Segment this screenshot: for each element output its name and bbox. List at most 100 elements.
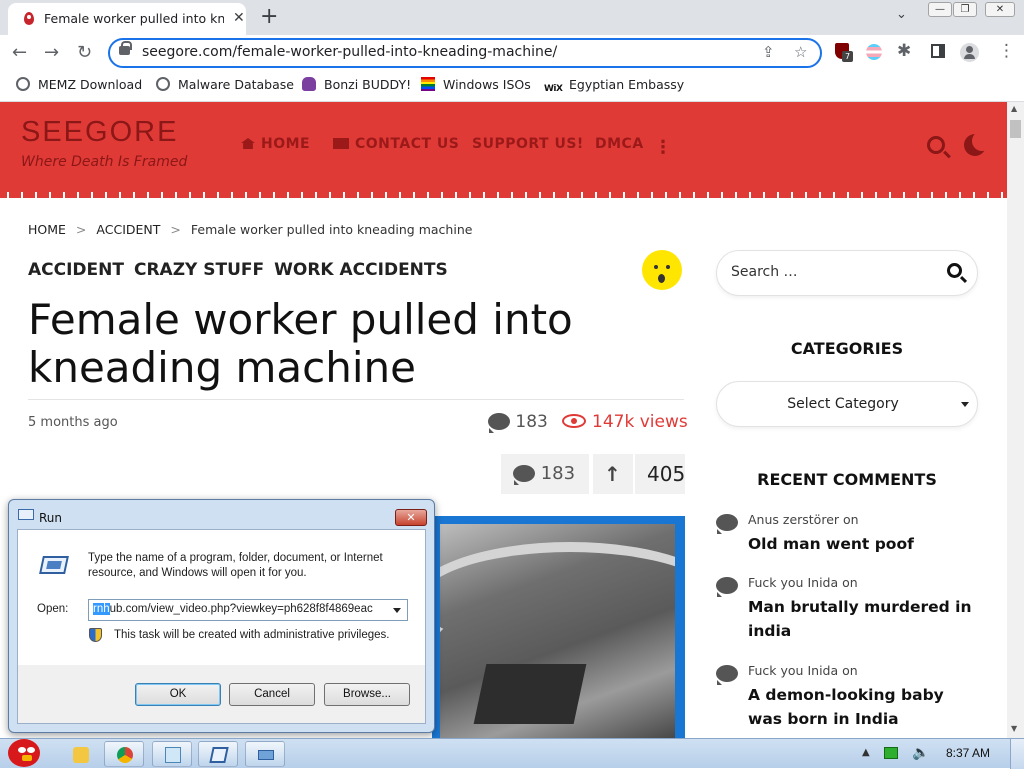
globe-icon — [16, 77, 30, 91]
search-icon[interactable] — [947, 263, 962, 278]
bookmark-memz[interactable]: MEMZ Download — [16, 77, 142, 92]
bookmark-bonzi-buddy[interactable]: Bonzi BUDDY! — [302, 77, 411, 92]
category-select-value: Select Category — [787, 396, 899, 412]
scrollbar-thumb[interactable] — [1010, 120, 1021, 138]
dark-mode-moon-icon[interactable] — [964, 131, 992, 156]
bonzi-icon — [302, 77, 316, 91]
comment-author[interactable]: Fuck you Inida — [748, 663, 838, 678]
tray-show-hidden-icon[interactable]: ▲ — [862, 747, 870, 758]
extensions-puzzle-icon[interactable]: ✱ — [897, 41, 911, 61]
comment-bubble-icon — [513, 465, 535, 485]
comment-meta: Anus zerstörer on — [748, 512, 859, 527]
article-title: Female worker pulled into kneading machi… — [28, 295, 573, 392]
header-search-icon[interactable] — [927, 136, 945, 154]
volume-icon[interactable]: 🔈 — [912, 745, 929, 761]
comment-post-link[interactable]: Man brutally murdered in india — [748, 595, 983, 643]
admin-privileges-note: This task will be created with administr… — [114, 629, 390, 641]
taskbar: ▲ 🔈 8:37 AM — [0, 738, 1024, 769]
show-desktop-button[interactable] — [1010, 739, 1024, 769]
trans-flag-extension-icon[interactable] — [866, 43, 884, 61]
video-player[interactable] — [432, 516, 685, 738]
scroll-up-icon[interactable]: ▲ — [1011, 104, 1017, 113]
open-combobox[interactable]: rnhub.com/view_video.php?viewkey=ph628f8… — [88, 599, 408, 621]
taskbar-run-button[interactable] — [198, 741, 238, 767]
open-input-text[interactable]: rnhub.com/view_video.php?viewkey=ph628f8… — [93, 603, 373, 615]
post-date: 5 months ago — [28, 415, 118, 430]
nav-dmca[interactable]: DMCA — [595, 136, 644, 152]
vote-count: 405 — [635, 454, 685, 494]
lock-icon[interactable] — [119, 41, 132, 55]
ok-button[interactable]: OK — [135, 683, 221, 706]
tab-close-icon[interactable]: ✕ — [233, 10, 245, 26]
tag-crazy-stuff[interactable]: CRAZY STUFF — [134, 260, 264, 280]
bookmark-malware-database[interactable]: Malware Database — [156, 77, 294, 92]
run-dialog-close-button[interactable]: ✕ — [395, 509, 427, 526]
bookmark-star-icon[interactable]: ☆ — [794, 43, 807, 61]
comment-post-link[interactable]: Old man went poof — [748, 532, 983, 556]
browser-tab[interactable]: Female worker pulled into kne ✕ — [8, 3, 246, 35]
sidebar-search-input[interactable]: Search … — [716, 250, 978, 296]
envelope-icon — [333, 138, 349, 149]
bookmark-egyptian-embassy[interactable]: WiX Egyptian Embassy — [544, 77, 684, 98]
home-icon — [241, 138, 255, 149]
start-button-angry-bird-icon[interactable] — [2, 733, 46, 769]
menu-kebab-icon[interactable]: ⋮ — [998, 41, 1015, 61]
comment-bubble-icon — [716, 514, 738, 534]
tag-work-accidents[interactable]: WORK ACCIDENTS — [274, 260, 448, 280]
profile-avatar[interactable] — [960, 43, 979, 62]
run-dialog: Run ✕ Type the name of a program, folder… — [8, 499, 435, 733]
shocked-face-emoji-icon[interactable] — [642, 250, 682, 290]
reload-icon[interactable]: ↻ — [77, 42, 92, 63]
more-menu-icon[interactable]: ⋮ — [654, 137, 672, 158]
open-label: Open: — [37, 603, 69, 615]
category-select[interactable]: Select Category — [716, 381, 978, 427]
video-thumbnail[interactable] — [440, 524, 675, 738]
tab-search-chevron-icon[interactable]: ⌄ — [896, 7, 907, 22]
rainbow-flag-icon — [421, 77, 435, 91]
minimize-button[interactable]: — — [928, 2, 952, 17]
clock[interactable]: 8:37 AM — [946, 746, 990, 760]
breadcrumb-home[interactable]: HOME — [28, 222, 66, 237]
divider — [28, 399, 684, 400]
comment-post-link[interactable]: A demon-looking baby was born in India — [748, 683, 983, 731]
cancel-button[interactable]: Cancel — [229, 683, 315, 706]
browse-button[interactable]: Browse... — [324, 683, 410, 706]
new-tab-button[interactable]: + — [260, 4, 278, 29]
maximize-button[interactable]: ❐ — [953, 2, 977, 17]
breadcrumb-accident[interactable]: ACCIDENT — [96, 222, 160, 237]
upvote-button[interactable]: ↑ — [593, 454, 633, 494]
taskbar-explorer-button[interactable] — [62, 741, 98, 767]
comment-author[interactable]: Fuck you Inida — [748, 575, 838, 590]
comment-meta: Fuck you Inida on — [748, 575, 858, 590]
taskbar-notepad-button[interactable] — [152, 741, 192, 767]
window-close-button[interactable]: ✕ — [985, 2, 1015, 17]
dropdown-arrow-icon[interactable] — [393, 608, 401, 613]
back-icon[interactable]: ← — [12, 42, 27, 63]
scroll-down-icon[interactable]: ▼ — [1011, 724, 1017, 733]
taskbar-keyboard-button[interactable] — [245, 741, 285, 767]
nav-contact-us[interactable]: CONTACT US — [333, 136, 459, 152]
run-dialog-title: Run — [39, 511, 63, 525]
network-icon[interactable] — [884, 747, 898, 759]
forward-icon[interactable]: → — [44, 42, 59, 63]
side-panel-icon[interactable] — [930, 43, 948, 61]
notepad-icon — [165, 747, 181, 763]
bookmarks-bar: MEMZ Download Malware Database Bonzi BUD… — [0, 71, 1024, 102]
comment-on: on — [842, 575, 858, 590]
site-logo[interactable]: SEEGORE — [21, 116, 178, 149]
nav-home[interactable]: HOME — [241, 136, 310, 152]
bookmark-windows-isos[interactable]: Windows ISOs — [421, 77, 531, 92]
ublock-extension-icon[interactable]: 7 — [834, 43, 853, 62]
comments-button[interactable]: 183 — [501, 454, 589, 494]
address-bar[interactable]: seegore.com/female-worker-pulled-into-kn… — [108, 38, 822, 68]
taskbar-chrome-button[interactable] — [104, 741, 144, 767]
tag-accident[interactable]: ACCIDENT — [28, 260, 124, 280]
comment-count[interactable]: 183 — [488, 412, 548, 433]
comment-author[interactable]: Anus zerstörer — [748, 512, 839, 527]
folder-icon — [73, 747, 89, 763]
nav-support-us[interactable]: SUPPORT US! — [472, 136, 584, 152]
run-dialog-titlebar[interactable]: Run ✕ — [9, 500, 434, 529]
page-scrollbar[interactable]: ▲ ▼ — [1007, 102, 1024, 738]
share-icon[interactable]: ⇪ — [762, 43, 775, 61]
comment-bubble-icon — [716, 665, 738, 685]
